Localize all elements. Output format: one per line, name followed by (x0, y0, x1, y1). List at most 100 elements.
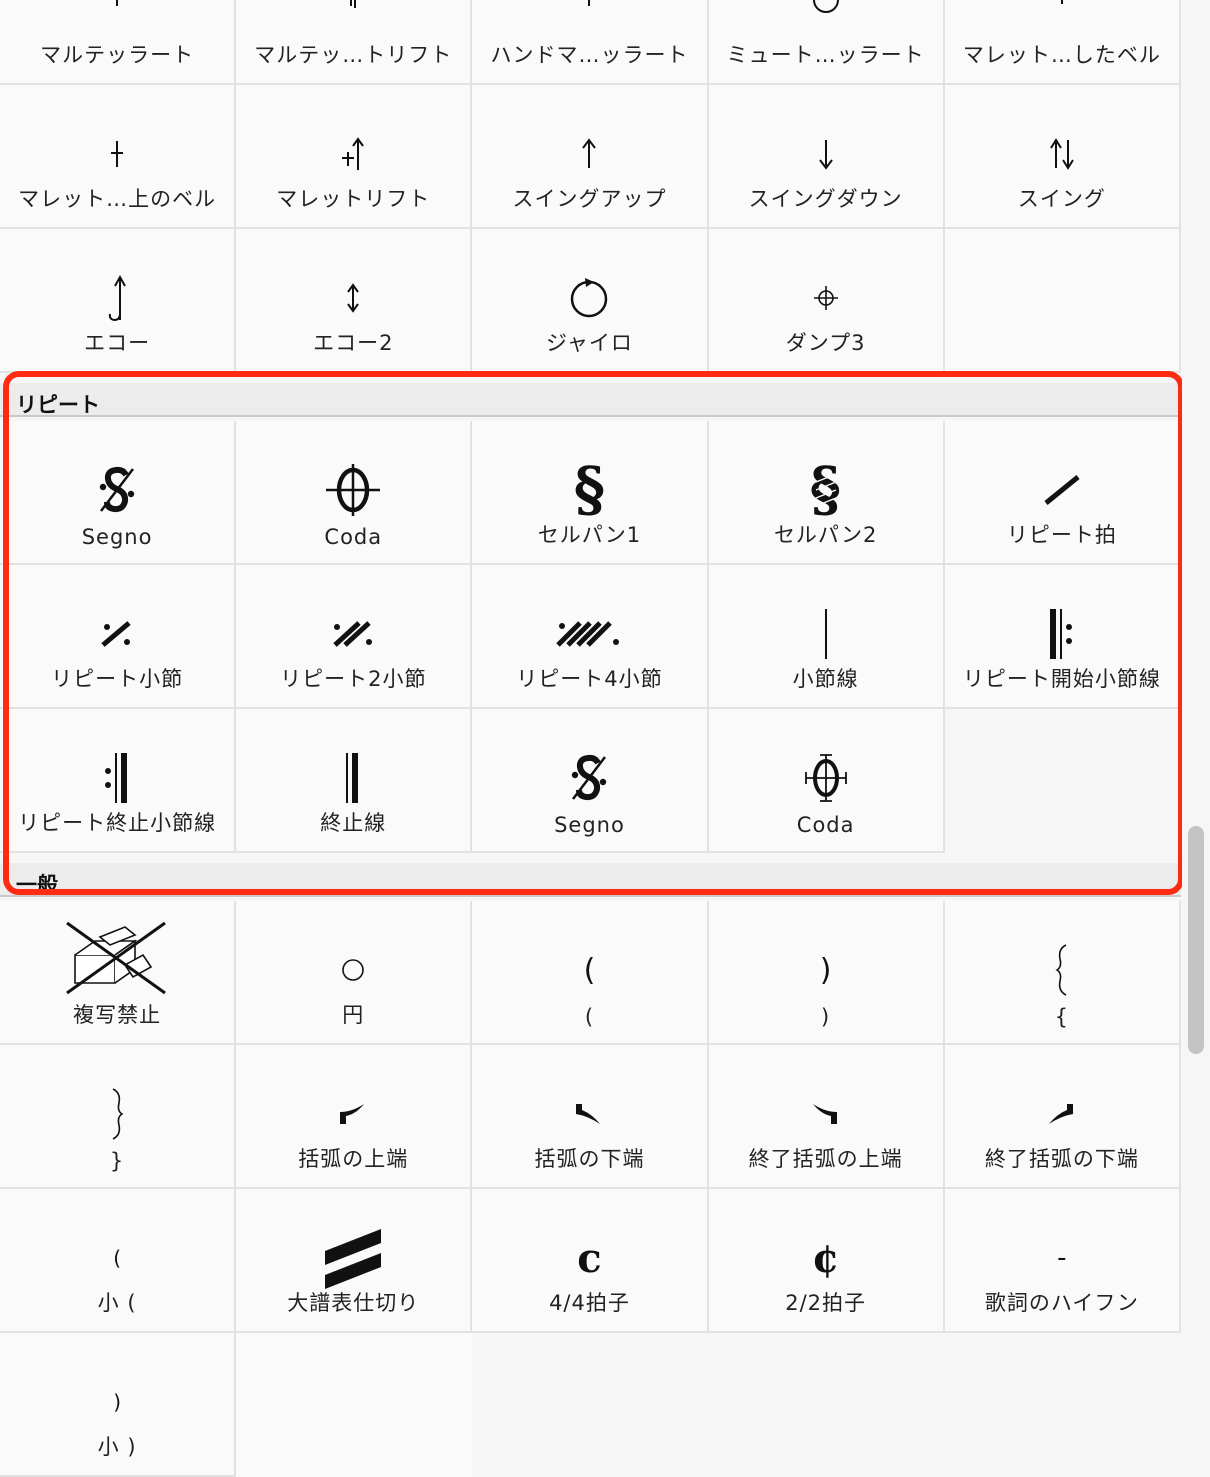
palette-item-common-time[interactable]: c 4/4拍子 (472, 1189, 709, 1333)
palette-item-small-paren-close[interactable]: ) 小 ) (0, 1333, 237, 1477)
section-sign-icon: § (573, 455, 606, 525)
palette-item-label: スイングダウン (748, 187, 903, 211)
palette-item-marcato[interactable]: マルテッラート (0, 0, 237, 85)
palette-item-label: エコー2 (313, 331, 394, 355)
palette-item-swing-down[interactable]: スイングダウン (708, 85, 945, 229)
palette-item-mallet-bell-on-table[interactable]: マレット…上のベル (0, 85, 237, 229)
palette-item-label: 小節線 (792, 667, 859, 691)
repeat-start-barline-icon (945, 599, 1179, 669)
palette-item-gyro[interactable]: ジャイロ (472, 229, 709, 373)
palette-item-echo2[interactable]: エコー2 (236, 229, 473, 373)
palette-item-paren-open[interactable]: ( ( (472, 901, 709, 1045)
vertical-scrollbar[interactable] (1182, 0, 1210, 1454)
palette-item-mallet-lift[interactable]: マレットリフト (236, 85, 473, 229)
palette-item-label: リピート2小節 (280, 667, 427, 691)
palette-item-label: Segno (554, 813, 625, 837)
gyro-icon (472, 263, 706, 333)
palette-item-repeat-2-measures[interactable]: リピート2小節 (236, 565, 473, 709)
palette-item-label: } (109, 1149, 125, 1173)
scrollbar-thumb[interactable] (1188, 826, 1204, 1054)
final-barline-icon (236, 743, 470, 813)
palette-item-label: 2/2拍子 (785, 1291, 867, 1315)
palette-item-serpent1[interactable]: § セルパン1 (472, 421, 709, 565)
palette-item-label: ハンドマ…ッラート (490, 43, 689, 67)
palette-item-staff-separator[interactable]: 大譜表仕切り (236, 1189, 473, 1333)
staff-separator-icon (236, 1223, 470, 1293)
palette-empty-cell (944, 229, 1181, 373)
palette-item-repeat-start-barline[interactable]: リピート開始小節線 (944, 565, 1181, 709)
coda-icon (236, 455, 470, 525)
palette-item-label: リピート小節 (51, 667, 184, 691)
hyphen-icon: - (1057, 1243, 1067, 1273)
palette-item-swing-up[interactable]: スイングアップ (472, 85, 709, 229)
palette-item-repeat-end-barline[interactable]: リピート終止小節線 (0, 709, 237, 853)
palette-item-label: Coda (324, 525, 383, 549)
palette-item-echo[interactable]: エコー (0, 229, 237, 373)
brace-close-icon (0, 1079, 234, 1149)
arrow-up-icon (472, 119, 706, 189)
common-time-icon: c (577, 1234, 602, 1282)
section-header-general: 一般 (0, 863, 1181, 897)
grid-row-repeat-3: リピート終止小節線 終止線 Segno Coda (0, 709, 1181, 853)
palette-item-brace-close[interactable]: } (0, 1045, 237, 1189)
palette-item-label: 歌詞のハイフン (984, 1291, 1139, 1315)
palette-item-repeat-4-measures[interactable]: リピート4小節 (472, 565, 709, 709)
palette-item-serpent2[interactable]: § セルパン2 (708, 421, 945, 565)
palette-item-label: マルテッ…トリフト (254, 43, 453, 67)
brace-open-icon (945, 935, 1179, 1005)
palette-item-coda[interactable]: Coda (236, 421, 473, 565)
palette-item-no-copy[interactable]: 複写禁止 (0, 901, 237, 1045)
palette-item-bracket-bottom[interactable]: 括弧の下端 (472, 1045, 709, 1189)
palette-item-repeat-measure[interactable]: リピート小節 (0, 565, 237, 709)
palette-item-label: 終了括弧の上端 (748, 1147, 903, 1171)
palette-item-marcato-lift[interactable]: マルテッ…トリフト (236, 0, 473, 85)
repeat-measure-icon (0, 599, 234, 669)
palette-item-final-barline[interactable]: 終止線 (236, 709, 473, 853)
palette-item-label: セルパン2 (773, 523, 878, 547)
palette-item-bracket-top[interactable]: 括弧の上端 (236, 1045, 473, 1189)
palette-item-repeat-beat[interactable]: リピート拍 (944, 421, 1181, 565)
palette-item-label: 小 ) (97, 1435, 137, 1459)
palette-item-label: スイング (1017, 187, 1106, 211)
grid-row-general-3: ( 小 ( 大譜表仕切り c 4/4拍子 ¢ 2/2拍子 - 歌詞のハイフン (0, 1189, 1181, 1333)
repeat-2-measures-icon (236, 599, 470, 669)
coda-icon (709, 743, 943, 813)
palette-item-label: ミュート…ッラート (726, 43, 925, 67)
palette-item-coda-alt[interactable]: Coda (708, 709, 945, 853)
palette-item-hand-marcato[interactable]: ハンドマ…ッラート (472, 0, 709, 85)
palette-item-mute-marcato[interactable]: ミュート…ッラート (708, 0, 945, 85)
palette-item-segno-alt[interactable]: Segno (472, 709, 709, 853)
palette-item-small-paren-open[interactable]: ( 小 ( (0, 1189, 237, 1333)
grid-row-general-4: ) 小 ) (0, 1333, 1181, 1477)
palette-item-label: マレットリフト (276, 187, 431, 211)
palette-item-barline[interactable]: 小節線 (708, 565, 945, 709)
palette-item-brace-open[interactable]: { (944, 901, 1181, 1045)
palette-item-label: マルテッラート (40, 43, 195, 67)
section-header-repeat: リピート (0, 383, 1181, 417)
grid-row-1: マレット…上のベル マレットリフト スイングアップ スイングダウン スイング (0, 85, 1181, 229)
section-sign-double-icon: § (809, 455, 842, 525)
repeat-end-barline-icon (0, 743, 234, 813)
palette-item-paren-close[interactable]: ) ) (708, 901, 945, 1045)
grid-row-general-1: 複写禁止 円 ( ( ) ) { (0, 901, 1181, 1045)
palette-item-segno[interactable]: Segno (0, 421, 237, 565)
palette-item-cut-time[interactable]: ¢ 2/2拍子 (708, 1189, 945, 1333)
palette-item-circle[interactable]: 円 (236, 901, 473, 1045)
dampen-icon (709, 263, 943, 333)
mallet-bell-table-icon (0, 119, 234, 189)
section-title: 一般 (16, 873, 58, 897)
palette-item-label: リピート拍 (1006, 523, 1117, 547)
grid-row-0: マルテッラート マルテッ…トリフト ハンドマ…ッラート ミュート…ッラート マレ… (0, 0, 1181, 85)
slash-icon (945, 455, 1179, 525)
palette-item-label: 括弧の上端 (298, 1147, 409, 1171)
palette-item-swing[interactable]: スイング (944, 85, 1181, 229)
palette-item-end-bracket-bottom[interactable]: 終了括弧の下端 (944, 1045, 1181, 1189)
small-paren-close-icon: ) (113, 1390, 121, 1414)
palette-item-mallet-bell-suspended[interactable]: マレット…したベル (944, 0, 1181, 85)
palette-item-label: エコー (84, 331, 151, 355)
end-bracket-bottom-icon (945, 1079, 1179, 1149)
palette-item-lyric-hyphen[interactable]: - 歌詞のハイフン (944, 1189, 1181, 1333)
grid-row-repeat-2: リピート小節 リピート2小節 リピート4小節 小節線 リピート開始小節線 (0, 565, 1181, 709)
palette-item-end-bracket-top[interactable]: 終了括弧の上端 (708, 1045, 945, 1189)
palette-item-dampen3[interactable]: ダンプ3 (708, 229, 945, 373)
